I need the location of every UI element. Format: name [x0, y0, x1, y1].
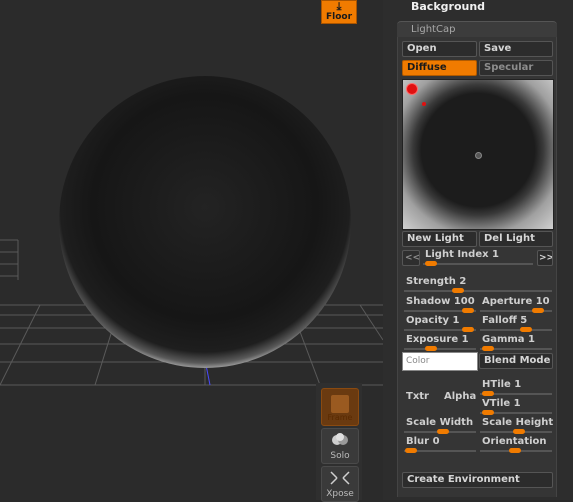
htile-label: HTile 1	[482, 379, 522, 390]
center-marker	[475, 152, 482, 159]
light-index-track[interactable]	[423, 263, 533, 265]
falloff-label: Falloff 5	[482, 315, 528, 326]
scale-height-label: Scale Height	[482, 417, 554, 428]
specular-tab[interactable]: Specular	[479, 60, 553, 76]
vtile-knob[interactable]	[482, 410, 494, 415]
orientation-label: Orientation	[482, 436, 547, 447]
aperture-knob[interactable]	[532, 308, 544, 313]
save-button[interactable]: Save	[479, 41, 553, 57]
create-environment-button[interactable]: Create Environment	[402, 472, 553, 488]
solo-button[interactable]: Solo	[321, 428, 359, 464]
diffuse-tab[interactable]: Diffuse	[402, 60, 477, 76]
falloff-knob[interactable]	[520, 327, 532, 332]
background-section-title[interactable]: Background	[411, 0, 485, 13]
light-dot[interactable]	[422, 102, 426, 106]
gamma-label: Gamma 1	[482, 334, 535, 345]
floor-arrow-icon: ⤓	[336, 0, 342, 13]
falloff-track[interactable]	[480, 329, 552, 331]
lightcap-header[interactable]: LightCap	[397, 21, 557, 37]
scale-width-label: Scale Width	[406, 417, 474, 428]
next-light-button[interactable]: >>	[537, 250, 553, 266]
light-index-label: Light Index 1	[425, 249, 500, 260]
scale-width-knob[interactable]	[437, 429, 449, 434]
opacity-label: Opacity 1	[406, 315, 460, 326]
exposure-knob[interactable]	[425, 346, 437, 351]
selected-light-dot[interactable]	[406, 83, 418, 95]
htile-knob[interactable]	[482, 391, 494, 396]
vtile-label: VTile 1	[482, 398, 521, 409]
light-index-knob[interactable]	[425, 261, 437, 266]
prev-light-button[interactable]: <<	[402, 250, 420, 266]
gamma-knob[interactable]	[482, 346, 494, 351]
blur-knob[interactable]	[405, 448, 417, 453]
aperture-label: Aperture 10	[482, 296, 550, 307]
frame-button[interactable]: Frame	[321, 388, 359, 426]
shadow-label: Shadow 100	[406, 296, 475, 307]
del-light-button[interactable]: Del Light	[479, 231, 553, 247]
frame-icon	[331, 395, 349, 413]
solo-icon	[332, 433, 348, 445]
scale-height-knob[interactable]	[513, 429, 525, 434]
sphere-model	[59, 76, 351, 368]
blend-mode-button[interactable]: Blend Mode	[479, 353, 553, 369]
exposure-label: Exposure 1	[406, 334, 469, 345]
new-light-button[interactable]: New Light	[402, 231, 477, 247]
orientation-knob[interactable]	[509, 448, 521, 453]
opacity-knob[interactable]	[462, 327, 474, 332]
color-swatch[interactable]: Color	[402, 352, 478, 371]
shadow-knob[interactable]	[462, 308, 474, 313]
xpose-button[interactable]: Xpose	[321, 466, 359, 502]
open-button[interactable]: Open	[402, 41, 477, 57]
xpose-icon	[330, 471, 350, 485]
exposure-track[interactable]	[404, 348, 476, 350]
floor-button[interactable]: ⤓ Floor	[321, 0, 357, 24]
strength-knob[interactable]	[452, 288, 464, 293]
strength-track[interactable]	[404, 290, 552, 292]
alpha-slot[interactable]: Alpha	[444, 391, 476, 402]
txtr-slot[interactable]: Txtr	[406, 391, 429, 402]
lightcap-sphere-preview[interactable]	[402, 79, 554, 230]
blur-label: Blur 0	[406, 436, 440, 447]
strength-label: Strength 2	[406, 276, 467, 287]
